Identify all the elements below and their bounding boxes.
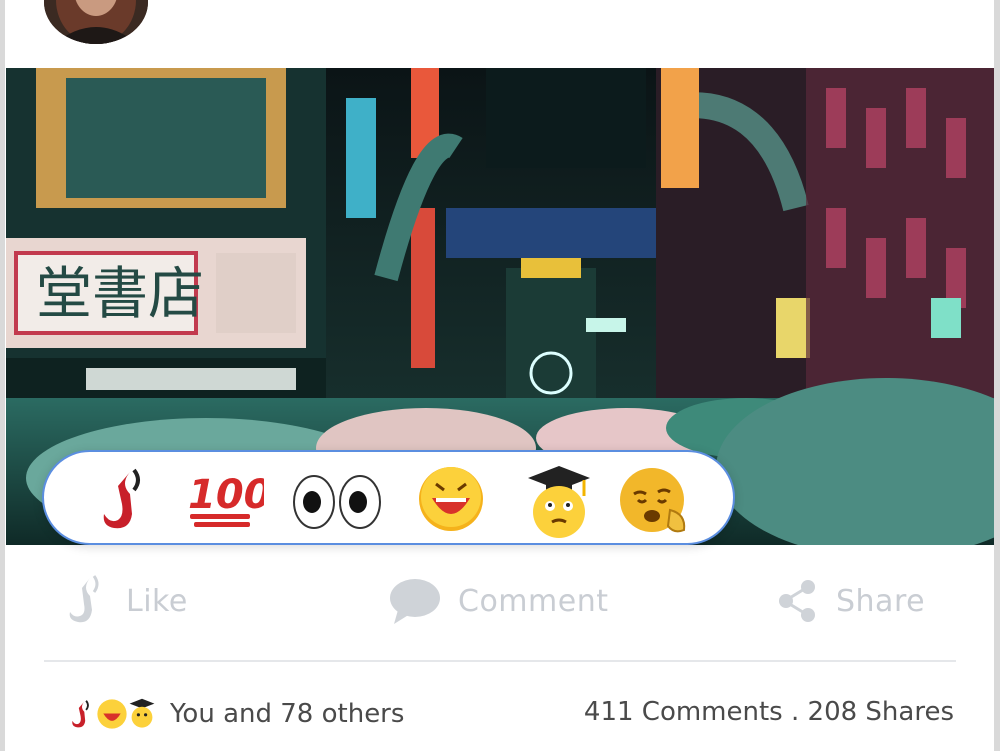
thinking-reaction-icon[interactable]	[616, 464, 686, 534]
like-button[interactable]: Like	[64, 570, 188, 632]
reaction-picker: 100	[42, 450, 735, 545]
like-label: Like	[126, 583, 188, 619]
laughing-reaction-icon[interactable]	[416, 464, 486, 534]
reacted-by-text: You and 78 others	[170, 699, 405, 729]
svg-text:堂書店: 堂書店	[36, 262, 204, 327]
j-logo-icon	[72, 700, 89, 728]
j-logo-reaction-icon[interactable]	[90, 464, 160, 534]
graduate-icon	[129, 698, 155, 728]
share-label: Share	[836, 583, 926, 619]
card-border	[994, 0, 1000, 751]
comments-shares-count[interactable]: 411 Comments . 208 Shares	[584, 690, 954, 734]
j-logo-icon	[69, 575, 99, 623]
comment-label: Comment	[458, 583, 609, 619]
hundred-reaction-icon[interactable]: 100	[184, 464, 272, 534]
share-button[interactable]: Share	[776, 570, 925, 632]
svg-text:100: 100	[188, 472, 264, 518]
graduate-reaction-icon[interactable]	[524, 464, 594, 538]
divider	[44, 660, 956, 662]
laughing-icon	[97, 699, 127, 729]
post-actions: Like Comment Share	[0, 570, 1000, 632]
comment-button[interactable]: Comment	[388, 570, 608, 632]
card-border	[0, 0, 5, 751]
reactions-summary[interactable]: You and 78 others	[66, 690, 404, 738]
speech-bubble-icon	[390, 579, 440, 624]
avatar[interactable]	[44, 0, 148, 44]
eyes-reaction-icon[interactable]	[288, 464, 388, 534]
share-icon	[779, 580, 815, 622]
